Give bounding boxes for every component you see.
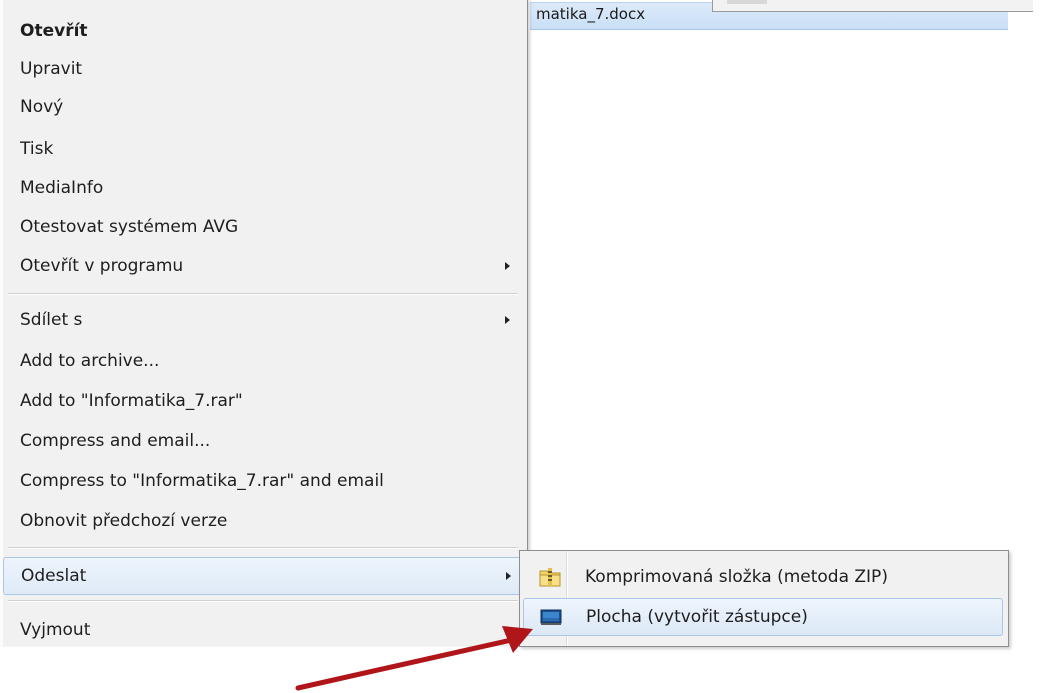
annotation-arrow-icon bbox=[295, 626, 533, 691]
